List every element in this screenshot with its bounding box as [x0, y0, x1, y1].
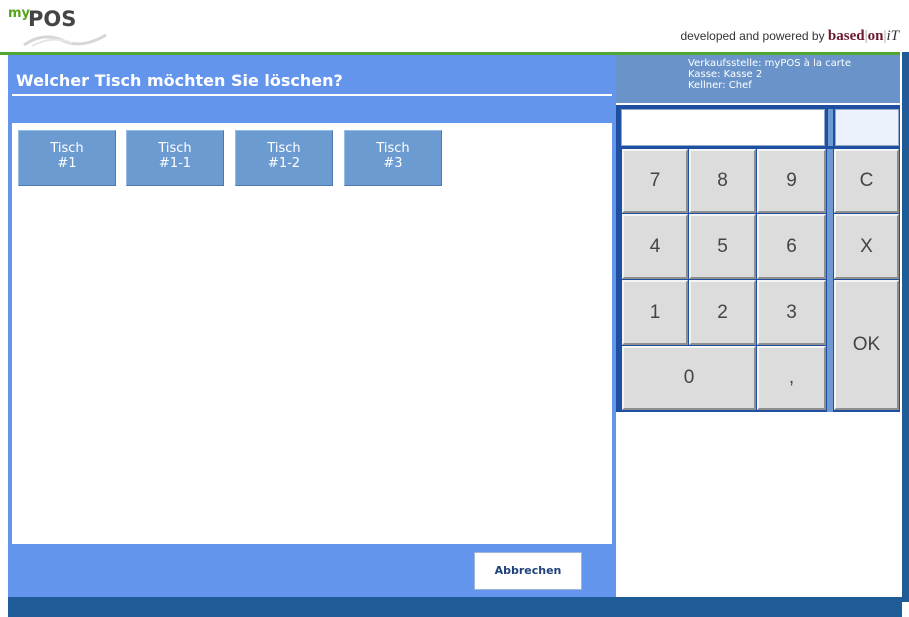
key-comma[interactable]: , — [757, 346, 826, 410]
table-button-label: Tisch — [50, 141, 84, 156]
title-underline — [12, 94, 612, 96]
key-7[interactable]: 7 — [622, 149, 688, 213]
key-2[interactable]: 2 — [689, 280, 756, 345]
brand-on: on — [867, 28, 884, 44]
session-info: Verkaufsstelle: myPOS à la carte Kasse: … — [616, 55, 900, 103]
table-button-label: Tisch — [376, 141, 410, 156]
brand-it: iT — [886, 28, 899, 44]
keypad-secondary-display — [835, 109, 899, 146]
table-button-number: #1-1 — [158, 156, 192, 171]
key-9[interactable]: 9 — [757, 149, 826, 213]
dialog-title: Welcher Tisch möchten Sie löschen? — [16, 71, 343, 90]
key-clear[interactable]: C — [834, 149, 899, 213]
table-button-1-2[interactable]: Tisch #1-2 — [235, 130, 333, 186]
table-list: Tisch #1 Tisch #1-1 Tisch #1-2 Tisch #3 — [12, 123, 612, 544]
logo-my-text: my — [8, 6, 31, 21]
key-6[interactable]: 6 — [757, 214, 826, 279]
tagline: developed and powered by based|on|iT — [680, 28, 899, 45]
numeric-keypad: 7 8 9 C 4 5 6 X 1 2 3 OK 0 , — [616, 105, 900, 412]
key-8[interactable]: 8 — [689, 149, 756, 213]
brand-based: based — [827, 28, 865, 44]
key-ok[interactable]: OK — [834, 280, 899, 410]
dialog-title-bar: Welcher Tisch möchten Sie löschen? — [8, 55, 616, 96]
mypos-logo: my POS — [8, 6, 128, 47]
key-4[interactable]: 4 — [622, 214, 688, 279]
keypad-display — [621, 109, 825, 146]
app-header: my POS developed and powered by based|on… — [0, 0, 909, 52]
table-button-label: Tisch — [158, 141, 192, 156]
key-5[interactable]: 5 — [689, 214, 756, 279]
keypad-divider — [827, 149, 833, 412]
brand-logo: based|on|iT — [827, 28, 899, 44]
cancel-button[interactable]: Abbrechen — [474, 552, 582, 590]
tagline-prefix: developed and powered by — [680, 29, 825, 43]
keypad-panel: Verkaufsstelle: myPOS à la carte Kasse: … — [616, 55, 900, 597]
logo-pos-text: POS — [28, 7, 77, 31]
table-button-number: #1-2 — [267, 156, 301, 171]
waiter-text: Kellner: Chef — [688, 80, 752, 91]
delete-table-panel: Welcher Tisch möchten Sie löschen? Tisch… — [8, 55, 616, 597]
table-button-1[interactable]: Tisch #1 — [18, 130, 116, 186]
logo-swoosh-icon — [23, 33, 107, 47]
key-3[interactable]: 3 — [757, 280, 826, 345]
sales-point-text: Verkaufsstelle: myPOS à la carte — [688, 58, 851, 69]
key-cancel-x[interactable]: X — [834, 214, 899, 279]
table-button-number: #3 — [383, 156, 403, 171]
table-button-3[interactable]: Tisch #3 — [344, 130, 442, 186]
register-text: Kasse: Kasse 2 — [688, 69, 763, 80]
right-edge-bar — [902, 52, 909, 602]
key-1[interactable]: 1 — [622, 280, 688, 345]
table-button-1-1[interactable]: Tisch #1-1 — [126, 130, 224, 186]
table-button-number: #1 — [57, 156, 77, 171]
bottom-status-bar — [8, 597, 902, 617]
key-0[interactable]: 0 — [622, 346, 756, 410]
table-button-label: Tisch — [267, 141, 301, 156]
display-divider — [828, 109, 833, 146]
